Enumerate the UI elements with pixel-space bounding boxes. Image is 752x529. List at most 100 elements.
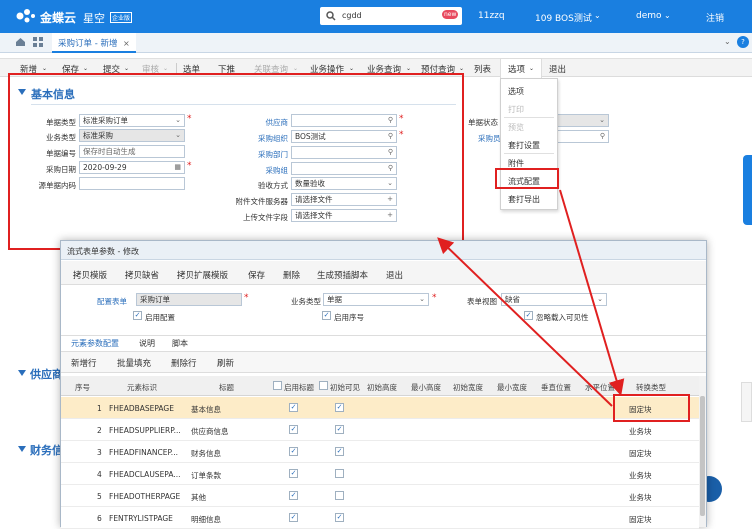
cell-title[interactable]: 财务信息	[191, 448, 221, 459]
batch-fill-button[interactable]: 批量填充	[117, 357, 151, 369]
cell-title[interactable]: 供应商信息	[191, 426, 229, 437]
enable-seq-label: 启用序号	[334, 313, 364, 322]
col-title-check[interactable]	[273, 381, 282, 390]
dlg-copy-ext[interactable]: 拷贝扩展模版	[177, 269, 228, 281]
search-new-badge: new	[442, 10, 459, 19]
search-icon	[326, 11, 336, 21]
cell-title[interactable]: 基本信息	[191, 404, 221, 415]
init-visible-checkbox[interactable]: ✓	[335, 447, 344, 456]
cell-seq[interactable]: 4	[97, 470, 102, 479]
enable-title-checkbox[interactable]: ✓	[289, 513, 298, 522]
cell-key[interactable]: FHEADBASEPAGE	[109, 404, 174, 413]
dlg-copy-template[interactable]: 拷贝模版	[73, 269, 107, 281]
col-h-pos: 水平位置	[585, 383, 615, 392]
tab-purchase-order[interactable]: 采购订单 - 新增 ×	[52, 33, 136, 53]
user-menu[interactable]: demo	[636, 11, 662, 21]
refresh-button[interactable]: 刷新	[217, 357, 234, 369]
col-enable-title: 启用标题	[284, 383, 314, 392]
cell-key[interactable]: FHEADCLAUSEPA...	[109, 470, 181, 479]
cell-seq[interactable]: 5	[97, 492, 102, 501]
biz-type-field[interactable]: 单据 ⌄	[323, 293, 429, 306]
menu-item-preview[interactable]: 预览	[508, 122, 524, 133]
col-init-height: 初始高度	[367, 383, 397, 392]
col-title: 标题	[219, 383, 234, 392]
delete-row-button[interactable]: 删除行	[171, 357, 197, 369]
cell-key[interactable]: FHEADSUPPLIERP...	[109, 426, 181, 435]
menu-item-options[interactable]: 选项	[508, 86, 524, 97]
home-icon[interactable]	[15, 37, 26, 47]
ignore-visible-checkbox[interactable]: ✓	[524, 311, 533, 320]
enable-title-checkbox[interactable]: ✓	[289, 447, 298, 456]
feedback-icon[interactable]	[741, 382, 752, 422]
db-selector[interactable]: 109 BOS测试	[535, 11, 592, 24]
enable-title-checkbox[interactable]: ✓	[289, 425, 298, 434]
label-buyer[interactable]: 采购员	[478, 133, 501, 144]
cell-title[interactable]: 明细信息	[191, 514, 221, 525]
menu-item-print-setup[interactable]: 套打设置	[508, 140, 540, 151]
cell-key[interactable]: FHEADFINANCEP...	[109, 448, 178, 457]
init-visible-checkbox[interactable]	[335, 469, 344, 478]
cell-key[interactable]: FHEADOTHERPAGE	[109, 492, 180, 501]
toolbar-list[interactable]: 列表	[474, 63, 491, 75]
chevron-down-icon[interactable]: ⌄	[724, 37, 731, 46]
col-key: 元素标识	[127, 383, 157, 392]
label-bill-status: 单据状态	[468, 118, 498, 127]
dialog-title: 流式表单参数 - 修改	[67, 247, 139, 256]
tab-description[interactable]: 说明	[139, 338, 155, 349]
cell-title[interactable]: 其他	[191, 492, 206, 503]
section-toggle-icon[interactable]	[18, 369, 26, 377]
enable-config-checkbox[interactable]: ✓	[133, 311, 142, 320]
close-icon[interactable]: ×	[123, 39, 130, 48]
tab-script[interactable]: 脚本	[172, 338, 188, 349]
cell-seq[interactable]: 1	[97, 404, 102, 413]
menu-item-print[interactable]: 打印	[508, 104, 524, 115]
cell-type[interactable]: 固定块	[629, 514, 652, 525]
dialog-title-bar[interactable]: 流式表单参数 - 修改	[61, 241, 706, 260]
toolbar-options[interactable]: 选项	[508, 63, 525, 75]
enable-title-checkbox[interactable]: ✓	[289, 469, 298, 478]
enable-title-checkbox[interactable]: ✓	[289, 491, 298, 500]
dlg-delete[interactable]: 删除	[283, 269, 300, 281]
enable-seq-checkbox[interactable]: ✓	[322, 311, 331, 320]
search-input[interactable]: cgdd	[342, 11, 362, 20]
dlg-copy-default[interactable]: 拷贝缺省	[125, 269, 159, 281]
logout-link[interactable]: 注销	[706, 11, 724, 24]
cell-type[interactable]: 业务块	[629, 492, 652, 503]
grid-scrollbar[interactable]	[699, 376, 706, 527]
cell-seq[interactable]: 2	[97, 426, 102, 435]
init-visible-checkbox[interactable]: ✓	[335, 425, 344, 434]
label-form-view: 表单视图	[467, 297, 497, 306]
col-convert-type: 转换类型	[636, 383, 666, 392]
dlg-exit[interactable]: 退出	[386, 269, 403, 281]
top-bar: 金蝶云 星空 企业版 cgdd new 11zzq 109 BOS测试 ⌄ de…	[0, 0, 752, 33]
brand-logo-icon	[14, 7, 38, 25]
toolbar-exit[interactable]: 退出	[549, 63, 566, 75]
highlight-convert-type	[613, 394, 690, 422]
config-form-field[interactable]: 采购订单	[136, 293, 242, 306]
org-selector[interactable]: 11zzq	[478, 11, 505, 21]
form-view-field[interactable]: 缺省 ⌄	[501, 293, 607, 306]
cell-key[interactable]: FENTRYLISTPAGE	[109, 514, 173, 523]
cell-seq[interactable]: 6	[97, 514, 102, 523]
init-visible-checkbox[interactable]	[335, 491, 344, 500]
cell-type[interactable]: 业务块	[629, 470, 652, 481]
cell-seq[interactable]: 3	[97, 448, 102, 457]
init-visible-checkbox[interactable]: ✓	[335, 403, 344, 412]
section-toggle-icon[interactable]	[18, 445, 26, 453]
global-search[interactable]: cgdd new	[320, 7, 462, 25]
help-icon[interactable]: ?	[737, 36, 749, 48]
col-visible-check[interactable]	[319, 381, 328, 390]
menu-item-print-export[interactable]: 套打导出	[508, 194, 540, 205]
dlg-gen-script[interactable]: 生成预插脚本	[317, 269, 368, 281]
enable-title-checkbox[interactable]: ✓	[289, 403, 298, 412]
cell-type[interactable]: 业务块	[629, 426, 652, 437]
cell-title[interactable]: 订单条款	[191, 470, 221, 481]
apps-icon[interactable]	[33, 37, 44, 47]
init-visible-checkbox[interactable]: ✓	[335, 513, 344, 522]
cell-type[interactable]: 固定块	[629, 448, 652, 459]
dlg-save[interactable]: 保存	[248, 269, 265, 281]
side-panel-toggle[interactable]	[743, 155, 752, 225]
add-row-button[interactable]: 新增行	[71, 357, 97, 369]
label-config-form[interactable]: 配置表单	[97, 296, 127, 307]
buyer-field[interactable]: ⚲	[555, 130, 609, 143]
